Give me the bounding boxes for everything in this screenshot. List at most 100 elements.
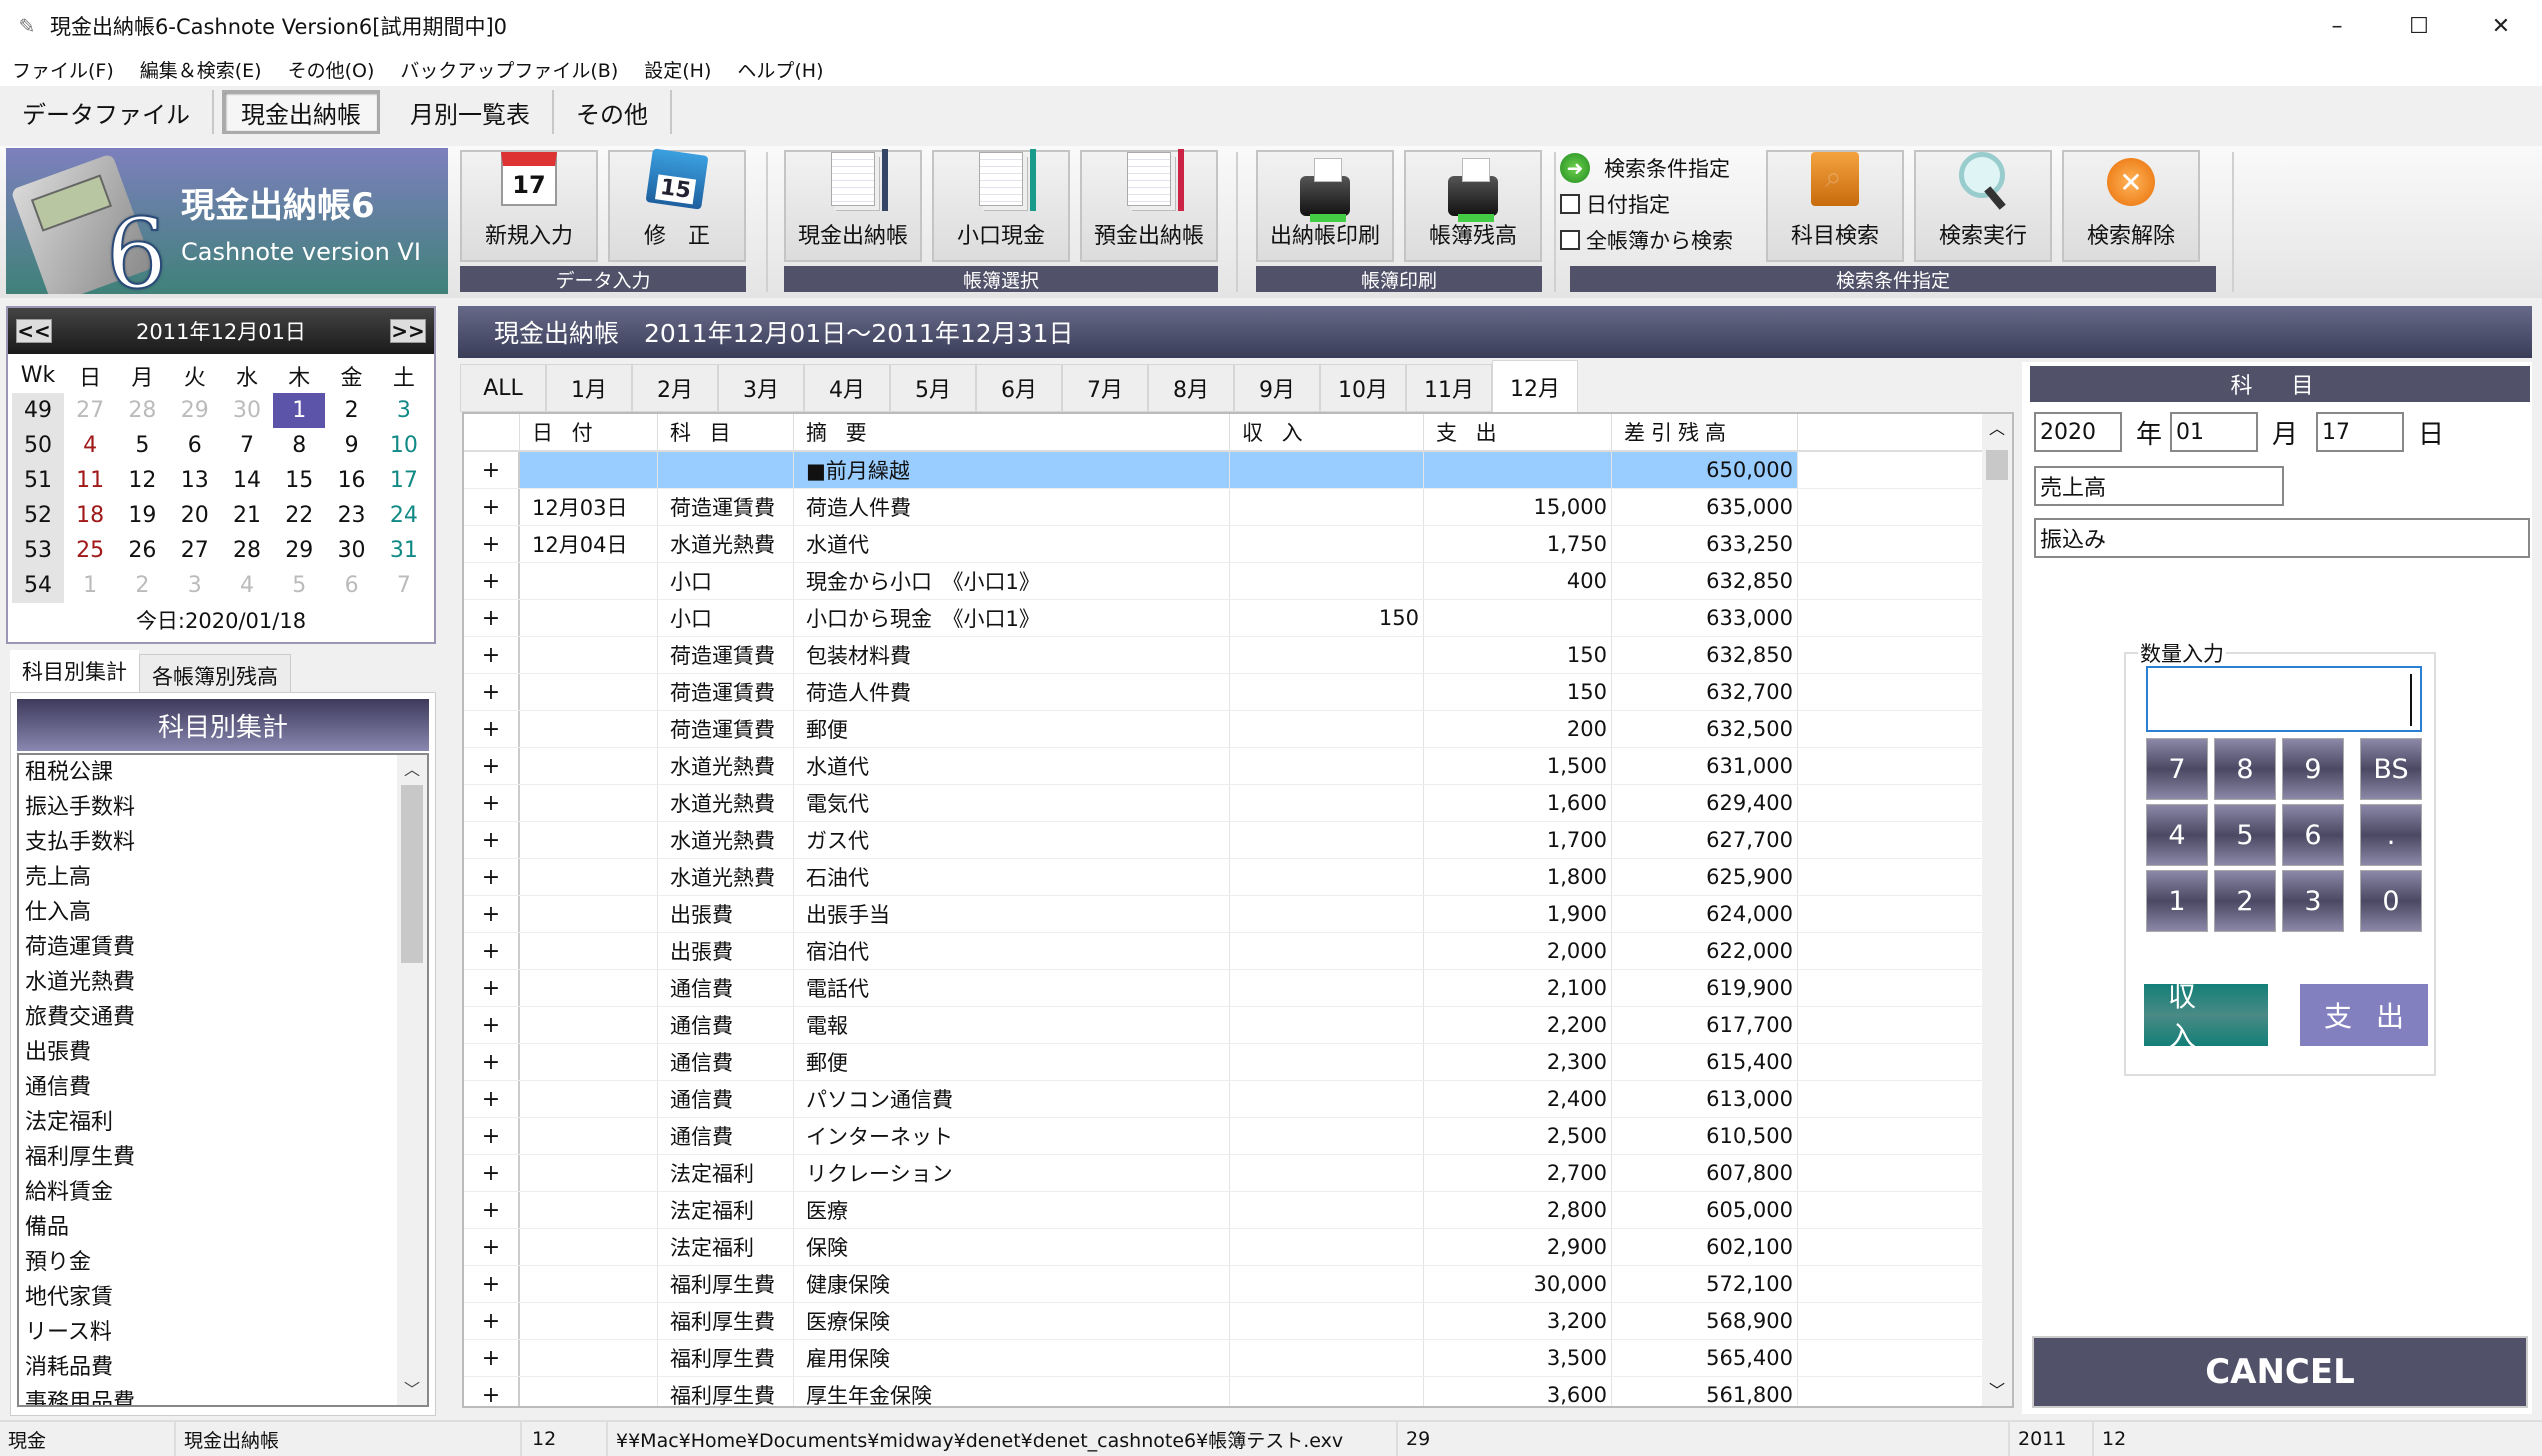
expand-button[interactable]: + xyxy=(464,711,520,747)
year-input[interactable]: 2020 xyxy=(2034,412,2122,452)
table-row[interactable]: + 通信費 電話代 2,100 619,900 xyxy=(464,970,2012,1007)
menu-other[interactable]: その他(O) xyxy=(288,56,375,83)
table-row[interactable]: + 法定福利 リクレーション 2,700 607,800 xyxy=(464,1155,2012,1192)
digit-key[interactable]: 1 xyxy=(2146,870,2208,932)
menu-settings[interactable]: 設定(H) xyxy=(644,56,711,83)
calendar-day[interactable]: 18 xyxy=(64,498,116,533)
digit-key[interactable]: 5 xyxy=(2214,804,2276,866)
table-row[interactable]: + 福利厚生費 厚生年金保険 3,600 561,800 xyxy=(464,1377,2012,1406)
expand-button[interactable]: + xyxy=(464,600,520,636)
month-tab[interactable]: ALL xyxy=(460,364,546,412)
tab-monthly-list[interactable]: 月別一覧表 xyxy=(388,90,554,134)
checkbox-icon[interactable] xyxy=(1560,194,1580,214)
grid-scrollbar[interactable]: ︿ ﹀ xyxy=(1982,414,2012,1406)
month-tab[interactable]: 7月 xyxy=(1062,364,1148,412)
month-tab[interactable]: 4月 xyxy=(804,364,890,412)
tab-cash-book[interactable]: 現金出納帳 xyxy=(222,90,380,134)
calendar-day[interactable]: 5 xyxy=(273,568,325,603)
column-header[interactable]: 支 出 xyxy=(1424,414,1612,450)
subject-list-item[interactable]: 事務用品費 xyxy=(19,1385,427,1405)
expand-button[interactable]: + xyxy=(464,1229,520,1265)
date-filter-checkbox[interactable]: 日付指定 xyxy=(1560,186,1765,222)
new-entry-button[interactable]: 17 新規入力 xyxy=(460,150,598,262)
column-header[interactable]: 日 付 xyxy=(520,414,658,450)
digit-key[interactable]: 9 xyxy=(2282,738,2344,800)
month-tab[interactable]: 8月 xyxy=(1148,364,1234,412)
expand-button[interactable]: + xyxy=(464,452,520,488)
table-row[interactable]: + 通信費 パソコン通信費 2,400 613,000 xyxy=(464,1081,2012,1118)
subject-list-item[interactable]: 旅費交通費 xyxy=(19,1000,427,1035)
tab-subject-summary[interactable]: 科目別集計 xyxy=(10,650,139,694)
calendar-day[interactable]: 28 xyxy=(221,533,273,568)
table-row[interactable]: + 通信費 電報 2,200 617,700 xyxy=(464,1007,2012,1044)
calendar-day[interactable]: 26 xyxy=(116,533,168,568)
expand-button[interactable]: + xyxy=(464,1266,520,1302)
expand-button[interactable]: + xyxy=(464,1118,520,1154)
scroll-down-icon[interactable]: ﹀ xyxy=(1982,1376,2012,1406)
calendar-day[interactable]: 9 xyxy=(325,428,377,463)
expense-button[interactable]: 支出 xyxy=(2300,984,2428,1046)
calendar-prev-button[interactable]: << xyxy=(16,319,52,343)
calendar-day[interactable]: 17 xyxy=(378,463,430,498)
calendar-day[interactable]: 29 xyxy=(273,533,325,568)
column-header[interactable]: 収 入 xyxy=(1230,414,1424,450)
expand-button[interactable]: + xyxy=(464,1044,520,1080)
scroll-up-icon[interactable]: ︿ xyxy=(1982,414,2012,444)
calendar-day[interactable]: 15 xyxy=(273,463,325,498)
calendar-day[interactable]: 8 xyxy=(273,428,325,463)
run-search-button[interactable]: 検索実行 xyxy=(1914,150,2052,262)
calendar-day[interactable]: 25 xyxy=(64,533,116,568)
calendar-day[interactable]: 30 xyxy=(221,393,273,428)
month-input[interactable]: 01 xyxy=(2170,412,2258,452)
subject-list-item[interactable]: 荷造運賃費 xyxy=(19,930,427,965)
scroll-up-icon[interactable]: ︿ xyxy=(397,755,427,785)
calendar-day[interactable]: 5 xyxy=(116,428,168,463)
month-tab[interactable]: 1月 xyxy=(546,364,632,412)
digit-key[interactable]: 8 xyxy=(2214,738,2276,800)
month-tab[interactable]: 9月 xyxy=(1234,364,1320,412)
column-header[interactable]: 摘 要 xyxy=(794,414,1230,450)
table-row[interactable]: + 水道光熱費 電気代 1,600 629,400 xyxy=(464,785,2012,822)
tab-book-balances[interactable]: 各帳簿別残高 xyxy=(139,654,291,694)
month-tab[interactable]: 2月 xyxy=(632,364,718,412)
scroll-thumb[interactable] xyxy=(1986,450,2008,480)
tab-other[interactable]: その他 xyxy=(554,90,672,134)
subject-input[interactable]: 売上高 xyxy=(2034,466,2284,506)
table-row[interactable]: + 法定福利 保険 2,900 602,100 xyxy=(464,1229,2012,1266)
table-row[interactable]: + ■前月繰越 650,000 xyxy=(464,452,2012,489)
expand-button[interactable]: + xyxy=(464,970,520,1006)
table-row[interactable]: + 通信費 郵便 2,300 615,400 xyxy=(464,1044,2012,1081)
maximize-button[interactable]: ☐ xyxy=(2378,0,2460,52)
calendar-day[interactable]: 16 xyxy=(325,463,377,498)
description-input[interactable]: 振込み xyxy=(2034,518,2530,558)
subject-list-item[interactable]: 仕入高 xyxy=(19,895,427,930)
scroll-down-icon[interactable]: ﹀ xyxy=(397,1375,427,1405)
calendar-day[interactable]: 7 xyxy=(221,428,273,463)
calendar-day[interactable]: 11 xyxy=(64,463,116,498)
expand-button[interactable]: + xyxy=(464,489,520,525)
petty-cash-button[interactable]: 小口現金 xyxy=(932,149,1070,262)
decimal-key[interactable]: . xyxy=(2360,804,2422,866)
calendar-day[interactable]: 6 xyxy=(169,428,221,463)
digit-key[interactable]: 3 xyxy=(2282,870,2344,932)
calendar-day[interactable]: 27 xyxy=(64,393,116,428)
expand-button[interactable]: + xyxy=(464,674,520,710)
calendar-day[interactable]: 20 xyxy=(169,498,221,533)
quantity-input[interactable] xyxy=(2146,666,2422,732)
expand-button[interactable]: + xyxy=(464,563,520,599)
table-row[interactable]: + 荷造運賃費 包装材料費 150 632,850 xyxy=(464,637,2012,674)
subject-list-item[interactable]: 備品 xyxy=(19,1210,427,1245)
expand-button[interactable]: + xyxy=(464,748,520,784)
expand-button[interactable]: + xyxy=(464,859,520,895)
subject-list-item[interactable]: 水道光熱費 xyxy=(19,965,427,1000)
expand-button[interactable]: + xyxy=(464,1192,520,1228)
digit-key[interactable]: 6 xyxy=(2282,804,2344,866)
table-row[interactable]: + 法定福利 医療 2,800 605,000 xyxy=(464,1192,2012,1229)
calendar-day[interactable]: 31 xyxy=(378,533,430,568)
column-header[interactable]: 差引残高 xyxy=(1612,414,1798,450)
expand-button[interactable]: + xyxy=(464,933,520,969)
checkbox-icon[interactable] xyxy=(1560,230,1580,250)
digit-key[interactable]: 0 xyxy=(2360,870,2422,932)
expand-button[interactable]: + xyxy=(464,1377,520,1406)
calendar-today[interactable]: 今日:2020/01/18 xyxy=(8,605,434,635)
